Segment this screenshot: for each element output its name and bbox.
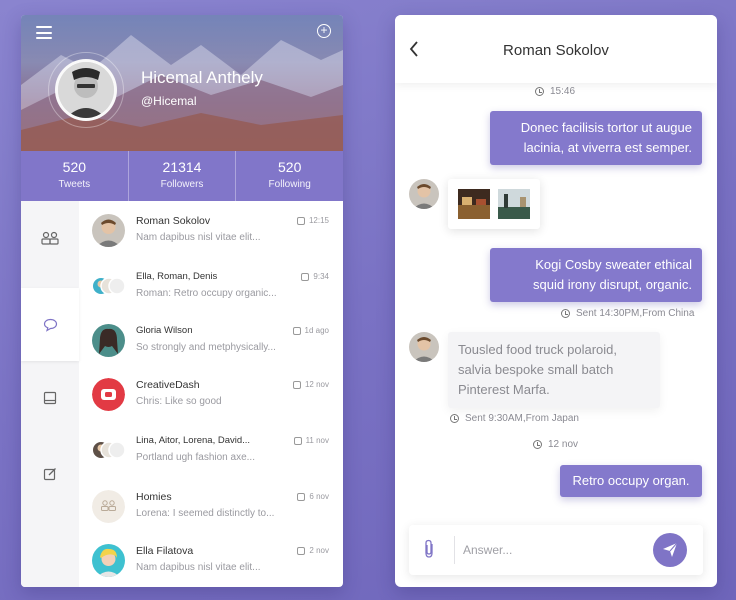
side-nav xyxy=(21,201,79,587)
conversation-time: 11 nov xyxy=(293,436,329,445)
group-avatar xyxy=(92,270,126,303)
timestamp: 15:46 xyxy=(535,86,575,97)
conversation-time: 12:15 xyxy=(296,216,329,225)
clock-icon xyxy=(296,216,305,225)
contact-avatar[interactable] xyxy=(409,179,439,209)
book-icon xyxy=(43,391,57,404)
conversation-item[interactable]: CreativeDash Chris: Like so good 12 nov xyxy=(79,368,343,423)
contact-avatar[interactable] xyxy=(409,332,439,362)
stat-value: 520 xyxy=(62,159,87,175)
divider xyxy=(454,536,455,564)
conversation-time: 1d ago xyxy=(292,326,329,335)
clock-icon xyxy=(297,492,306,501)
conversation-item[interactable]: Ella, Roman, Denis Roman: Retro occupy o… xyxy=(79,260,343,315)
stat-following[interactable]: 520 Following xyxy=(236,151,343,201)
photo-message xyxy=(448,179,540,229)
conversation-item[interactable]: Homies Lorena: I seemed distinctly to...… xyxy=(79,480,343,535)
conversation-time: 12 nov xyxy=(292,380,329,389)
conversation-name: Ella, Roman, Denis xyxy=(136,271,218,282)
conversation-snippet: Chris: Like so good xyxy=(136,396,222,407)
conversation-snippet: Nam dapibus nisl vitae elit... xyxy=(136,232,261,243)
nav-compose[interactable] xyxy=(21,437,79,510)
stat-value: 21314 xyxy=(162,159,202,175)
conversation-list: Roman Sokolov Nam dapibus nisl vitae eli… xyxy=(79,201,343,587)
message-outgoing: Retro occupy organ. xyxy=(560,465,702,497)
clock-icon xyxy=(561,309,570,318)
conversation-name: CreativeDash xyxy=(136,379,200,391)
sent-info: Sent 9:30AM,From Japan xyxy=(450,413,579,424)
conversation-name: Ella Filatova xyxy=(136,545,194,557)
conversation-time: 6 nov xyxy=(297,492,329,501)
clock-icon xyxy=(533,440,542,449)
photo-thumbnail[interactable] xyxy=(498,189,530,219)
stat-value: 520 xyxy=(278,159,302,175)
sent-info: Sent 14:30PM,From China xyxy=(561,308,694,319)
profile-header: + Hicemal Anthely @Hicemal xyxy=(21,15,343,151)
message-outgoing: Kogi Cosby sweater ethical squid irony d… xyxy=(490,248,702,302)
add-icon[interactable]: + xyxy=(317,24,331,38)
message-incoming: Tousled food truck polaroid, salvia besp… xyxy=(448,332,660,408)
chat-header: Roman Sokolov xyxy=(395,15,717,83)
conversation-time: 9:34 xyxy=(301,272,329,281)
avatar xyxy=(92,214,125,247)
edit-icon xyxy=(43,467,56,480)
menu-icon[interactable] xyxy=(36,26,52,39)
contacts-icon xyxy=(41,231,59,245)
stat-label: Following xyxy=(268,179,311,190)
conversation-item[interactable]: Roman Sokolov Nam dapibus nisl vitae eli… xyxy=(79,204,343,259)
clock-icon xyxy=(301,272,310,281)
clock-icon xyxy=(297,546,306,555)
profile-name: Hicemal Anthely xyxy=(141,68,263,87)
conversation-name: Roman Sokolov xyxy=(136,215,211,227)
stats-bar: 520 Tweets 21314 Followers 520 Following xyxy=(21,151,343,201)
conversation-item[interactable]: Gloria Wilson So strongly and metphysica… xyxy=(79,314,343,369)
profile-avatar[interactable] xyxy=(55,59,117,121)
send-button[interactable] xyxy=(653,533,687,567)
chat-title: Roman Sokolov xyxy=(503,42,609,59)
message-outgoing: Donec facilisis tortor ut augue lacinia,… xyxy=(490,111,702,165)
conversation-snippet: Portland ugh fashion axe... xyxy=(136,452,255,463)
chat-icon xyxy=(43,318,57,332)
group-avatar xyxy=(92,434,126,467)
conversation-item[interactable]: Lina, Aitor, Lorena, David... Portland u… xyxy=(79,424,343,479)
stat-followers[interactable]: 21314 Followers xyxy=(129,151,237,201)
conversation-item[interactable]: Ella Filatova Nam dapibus nisl vitae eli… xyxy=(79,534,343,587)
timestamp: 12 nov xyxy=(533,439,578,450)
paperclip-icon[interactable] xyxy=(423,539,435,559)
conversation-time: 2 nov xyxy=(297,546,329,555)
send-icon xyxy=(663,542,678,557)
photo-thumbnail[interactable] xyxy=(458,189,490,219)
conversation-snippet: Roman: Retro occupy organic... xyxy=(136,288,277,299)
conversation-snippet: Lorena: I seemed distinctly to... xyxy=(136,508,275,519)
conversation-name: Lina, Aitor, Lorena, David... xyxy=(136,435,251,446)
conversation-name: Homies xyxy=(136,491,172,503)
nav-contacts[interactable] xyxy=(21,201,79,274)
avatar xyxy=(92,544,125,577)
avatar xyxy=(92,324,125,357)
message-composer xyxy=(409,525,703,575)
avatar xyxy=(92,378,125,411)
nav-notes[interactable] xyxy=(21,361,79,434)
clock-icon xyxy=(450,414,459,423)
conversation-snippet: So strongly and metphysically... xyxy=(136,342,276,353)
conversation-name: Gloria Wilson xyxy=(136,325,193,336)
clock-icon xyxy=(293,436,302,445)
conversation-snippet: Nam dapibus nisl vitae elit... xyxy=(136,562,261,573)
answer-input[interactable] xyxy=(463,539,643,561)
profile-handle: @Hicemal xyxy=(141,94,197,108)
stat-label: Tweets xyxy=(58,179,91,190)
avatar xyxy=(92,490,125,523)
stat-tweets[interactable]: 520 Tweets xyxy=(21,151,129,201)
nav-chats[interactable] xyxy=(21,288,79,361)
clock-icon xyxy=(292,326,301,335)
clock-icon xyxy=(292,380,301,389)
stat-label: Followers xyxy=(160,179,204,190)
clock-icon xyxy=(535,87,544,96)
chat-panel: Roman Sokolov 15:46 Donec facilisis tort… xyxy=(395,15,717,587)
profile-panel: + Hicemal Anthely @Hicemal 520 Tweets 21… xyxy=(21,15,343,587)
